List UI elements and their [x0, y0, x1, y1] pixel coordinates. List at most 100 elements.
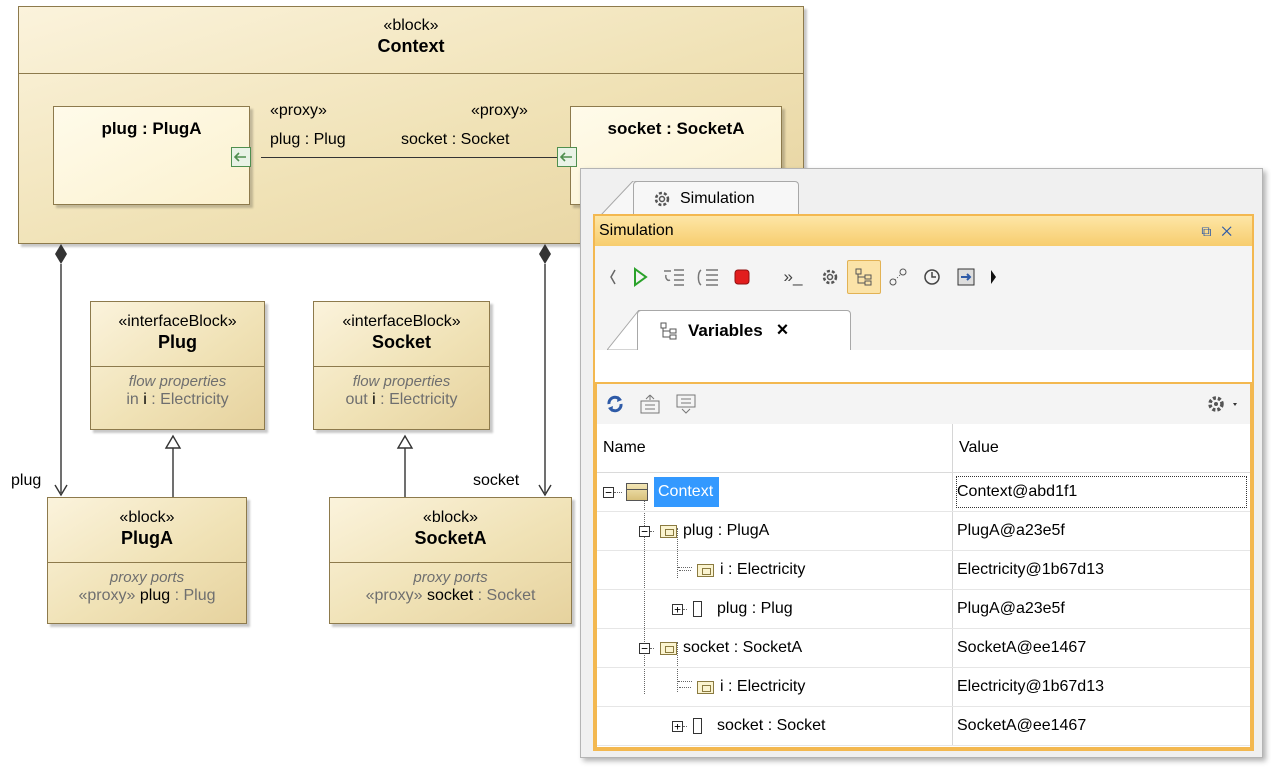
socket-interface-name: Socket: [371, 332, 432, 352]
console-icon[interactable]: »_: [773, 260, 813, 294]
table-row[interactable]: i : Electricity Electricity@1b67d13: [597, 668, 1250, 707]
socket-interface-block[interactable]: «interfaceBlock» Socket flow properties …: [313, 301, 490, 430]
row-value: SocketA@ee1467: [957, 639, 1087, 656]
table-row[interactable]: + socket : Socket SocketA@ee1467: [597, 707, 1250, 746]
flow-properties-heading: flow properties: [352, 373, 451, 390]
row-value: Electricity@1b67d13: [957, 561, 1104, 578]
table-row[interactable]: i : Electricity Electricity@1b67d13: [597, 551, 1250, 590]
collapse-all-icon[interactable]: [675, 394, 697, 414]
socketa-block[interactable]: «block» SocketA proxy ports «proxy» sock…: [329, 497, 572, 624]
plug-flow-compartment: flow properties in i : Electricity: [91, 366, 264, 409]
proxy-stereotype: «proxy»: [78, 587, 136, 604]
proxy-ports-heading: proxy ports: [109, 569, 185, 586]
triggers-icon[interactable]: [915, 260, 949, 294]
block-instance-icon: [626, 483, 648, 501]
row-name: i : Electricity: [720, 561, 806, 578]
proxy-port-name: socket: [426, 587, 474, 604]
plug-interface-block[interactable]: «interfaceBlock» Plug flow properties in…: [90, 301, 265, 430]
simulation-panel-title: Simulation: [599, 222, 674, 239]
flow-property-i: out i : Electricity: [314, 391, 489, 409]
collapse-toggle[interactable]: −: [639, 525, 650, 537]
row-name: socket : Socket: [717, 717, 826, 734]
step-over-icon[interactable]: [691, 260, 725, 294]
row-name: plug : PlugA: [683, 522, 770, 539]
pluga-stereotype: «block»: [119, 509, 175, 526]
socket-flow-compartment: flow properties out i : Electricity: [314, 366, 489, 409]
socketa-stereotype: «block»: [422, 509, 479, 526]
tab-simulation[interactable]: Simulation: [633, 181, 799, 215]
column-header-name[interactable]: Name: [597, 424, 953, 472]
close-tab-icon[interactable]: ×: [777, 319, 789, 342]
socketa-name: SocketA: [414, 528, 487, 548]
socket-part-label: socket : SocketA: [607, 119, 745, 138]
part-property-icon: [660, 524, 677, 538]
column-header-value[interactable]: Value: [953, 424, 1250, 472]
variables-icon[interactable]: [847, 260, 881, 294]
expand-all-icon[interactable]: [639, 394, 661, 414]
plug-interface-stereotype: «interfaceBlock»: [118, 313, 237, 330]
row-value: Electricity@1b67d13: [957, 678, 1104, 695]
collapse-toggle[interactable]: −: [639, 642, 650, 654]
flow-property-icon: [697, 563, 714, 577]
row-name: i : Electricity: [720, 678, 806, 695]
gear-icon: [654, 191, 670, 206]
table-row[interactable]: − socket : SocketA SocketA@ee1467: [597, 629, 1250, 668]
proxy-port-entry: «proxy» socket : Socket: [330, 587, 571, 605]
flow-property-i: in i : Electricity: [91, 391, 264, 409]
variables-toolbar: [597, 384, 1250, 424]
plug-interface-name: Plug: [158, 332, 197, 352]
table-header: Name Value: [597, 424, 1250, 473]
flow-properties-heading: flow properties: [128, 373, 227, 390]
sessions-icon[interactable]: [813, 260, 847, 294]
settings-gear-icon[interactable]: [1206, 394, 1242, 414]
assoc-socket-label: socket: [473, 472, 520, 489]
close-icon[interactable]: ✕: [1221, 223, 1242, 239]
row-name: Context: [654, 477, 720, 507]
expand-toggle[interactable]: +: [672, 603, 683, 615]
simulation-panel: Simulation ⧉✕ »_ Variables × Name Value …: [593, 214, 1254, 751]
socketa-ports-compartment: proxy ports «proxy» socket : Socket: [330, 562, 571, 605]
assoc-plug-label: plug: [11, 472, 42, 489]
row-value: Context@abd1f1: [953, 473, 1250, 511]
table-row[interactable]: − plug : PlugA PlugA@a23e5f: [597, 512, 1250, 551]
simulation-toolbar: »_: [595, 246, 1252, 308]
row-value: SocketA@ee1467: [957, 717, 1087, 734]
terminate-icon[interactable]: [725, 260, 759, 294]
more-icon[interactable]: [983, 260, 1003, 294]
table-row[interactable]: + plug : Plug PlugA@a23e5f: [597, 590, 1250, 629]
flow-direction: in: [126, 391, 139, 408]
part-property-icon: [660, 641, 677, 655]
expand-toggle[interactable]: +: [672, 720, 683, 732]
variables-tab-strip: Variables ×: [595, 308, 1252, 350]
variables-panel: Name Value − Context Context@abd1f1 − pl…: [595, 382, 1252, 749]
proxy-port-icon: [693, 718, 707, 734]
simulation-panel-title-bar: Simulation ⧉✕: [595, 216, 1252, 246]
proxy-port-name: plug: [139, 587, 171, 604]
breakpoints-icon[interactable]: [881, 260, 915, 294]
export-icon[interactable]: [949, 260, 983, 294]
restore-icon[interactable]: ⧉: [1201, 223, 1221, 239]
step-into-icon[interactable]: [657, 260, 691, 294]
pluga-block[interactable]: «block» PlugA proxy ports «proxy» plug :…: [47, 497, 247, 624]
proxy-port-icon: [693, 601, 707, 617]
proxy-port-type: : Plug: [170, 587, 216, 604]
proxy-port-type: : Socket: [473, 587, 536, 604]
run-icon[interactable]: [623, 260, 657, 294]
flow-property-type: : Electricity: [146, 391, 229, 408]
simulation-window: Simulation Simulation ⧉✕ »_ Variables × …: [580, 168, 1263, 758]
row-value: PlugA@a23e5f: [957, 522, 1065, 539]
tab-variables[interactable]: Variables ×: [637, 310, 851, 350]
flow-direction: out: [345, 391, 368, 408]
variables-tree-icon: [660, 322, 677, 339]
row-name: plug : Plug: [717, 600, 793, 617]
proxy-stereotype: «proxy»: [365, 587, 423, 604]
tab-variables-label: Variables: [688, 320, 763, 340]
table-row[interactable]: − Context Context@abd1f1: [597, 473, 1250, 512]
back-icon[interactable]: [603, 260, 623, 294]
proxy-ports-heading: proxy ports: [413, 569, 488, 586]
row-value: PlugA@a23e5f: [957, 600, 1065, 617]
collapse-toggle[interactable]: −: [603, 486, 614, 498]
tab-simulation-label: Simulation: [680, 189, 755, 207]
refresh-icon[interactable]: [605, 394, 625, 414]
proxy-port-entry: «proxy» plug : Plug: [48, 587, 246, 605]
